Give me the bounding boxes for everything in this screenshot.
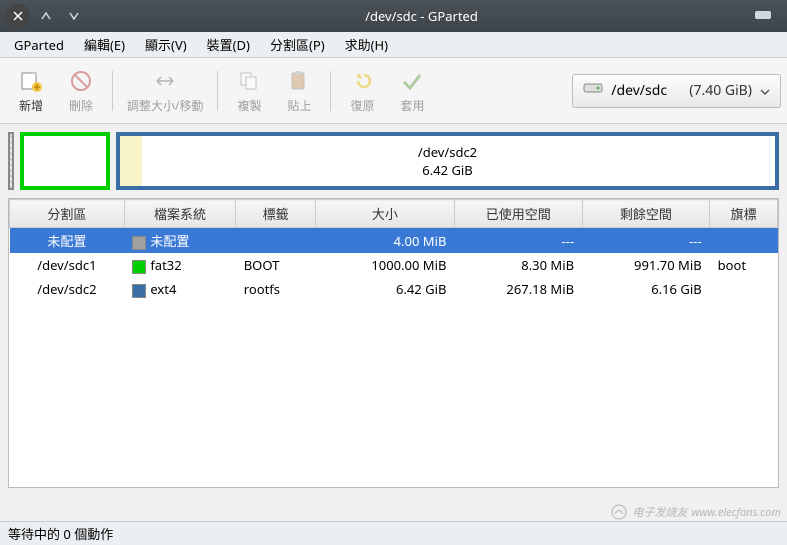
table-row[interactable]: 未配置未配置4.00 MiB------ [10, 228, 778, 254]
window-title: /dev/sdc - GParted [88, 7, 755, 25]
menubar: GParted 編輯(E) 顯示(V) 裝置(D) 分割區(P) 求助(H) [0, 32, 787, 58]
visual-main-size: 6.42 GiB [418, 161, 477, 179]
toolbar-separator [217, 71, 218, 111]
apply-icon [400, 67, 424, 95]
fs-swatch-icon [132, 260, 146, 274]
undo-button: 復原 [337, 62, 387, 120]
cell-used: 267.18 MiB [454, 277, 582, 301]
copy-icon [237, 67, 261, 95]
apply-label: 套用 [400, 97, 424, 114]
toolbar-separator [112, 71, 113, 111]
status-text: 等待中的 0 個動作 [8, 524, 113, 543]
apply-button: 套用 [387, 62, 437, 120]
cell-label: BOOT [236, 253, 316, 277]
paste-button: 貼上 [274, 62, 324, 120]
resize-button: 調整大小/移動 [119, 62, 211, 120]
fs-swatch-icon [132, 284, 146, 298]
partition-table: 分割區 檔案系統 標籤 大小 已使用空間 剩餘空間 旗標 未配置未配置 4.00 … [8, 198, 779, 488]
cell-partition: /dev/sdc2 [10, 277, 125, 301]
cell-flags [710, 228, 778, 254]
new-button[interactable]: 新增 [6, 62, 56, 120]
menu-help[interactable]: 求助(H) [335, 32, 398, 57]
partition-visual: /dev/sdc2 6.42 GiB [8, 132, 779, 190]
cell-flags [710, 277, 778, 301]
delete-label: 刪除 [69, 97, 93, 114]
cell-size: 4.00 MiB [315, 228, 454, 254]
watermark-brand: 电子发烧友 [632, 504, 687, 520]
watermark: 电子发烧友 www.elecfans.com [610, 503, 781, 521]
col-size[interactable]: 大小 [315, 200, 454, 228]
cell-unused: 991.70 MiB [582, 253, 710, 277]
visual-main-name: /dev/sdc2 [418, 143, 477, 161]
table-row[interactable]: /dev/sdc2ext4rootfs6.42 GiB267.18 MiB6.1… [10, 277, 778, 301]
cell-filesystem: ext4 [124, 277, 235, 301]
new-label: 新增 [19, 97, 43, 114]
cell-filesystem: 未配置 [124, 228, 235, 254]
copy-button: 複製 [224, 62, 274, 120]
col-partition[interactable]: 分割區 [10, 200, 125, 228]
device-name: /dev/sdc [611, 81, 681, 100]
close-button[interactable] [6, 4, 30, 28]
table-row[interactable]: /dev/sdc1fat32BOOT1000.00 MiB8.30 MiB991… [10, 253, 778, 277]
menu-device[interactable]: 裝置(D) [197, 32, 260, 57]
cell-size: 6.42 GiB [315, 277, 454, 301]
watermark-url: www.elecfans.com [691, 505, 781, 520]
window-menu-icon[interactable] [755, 7, 779, 25]
cell-size: 1000.00 MiB [315, 253, 454, 277]
undo-label: 復原 [350, 97, 374, 114]
col-label[interactable]: 標籤 [236, 200, 316, 228]
cell-partition: 未配置 [10, 228, 125, 254]
paste-label: 貼上 [287, 97, 311, 114]
device-selector[interactable]: /dev/sdc (7.40 GiB) [572, 74, 781, 108]
minimize-down-button[interactable] [62, 4, 86, 28]
cell-label: rootfs [236, 277, 316, 301]
visual-sdc2-used [120, 136, 142, 186]
maximize-up-button[interactable] [34, 4, 58, 28]
statusbar: 等待中的 0 個動作 [0, 521, 787, 545]
cell-used: 8.30 MiB [454, 253, 582, 277]
disk-icon [583, 81, 603, 100]
toolbar-separator [330, 71, 331, 111]
new-icon [19, 67, 43, 95]
chevron-down-icon [760, 81, 770, 100]
copy-label: 複製 [237, 97, 261, 114]
resize-label: 調整大小/移動 [127, 97, 203, 114]
delete-icon [69, 67, 93, 95]
cell-unused: 6.16 GiB [582, 277, 710, 301]
device-size: (7.40 GiB) [689, 81, 752, 100]
undo-icon [350, 67, 374, 95]
visual-sdc1[interactable] [20, 132, 110, 190]
col-used[interactable]: 已使用空間 [454, 200, 582, 228]
visual-unallocated[interactable] [8, 132, 14, 190]
visual-sdc2[interactable]: /dev/sdc2 6.42 GiB [116, 132, 779, 190]
menu-edit[interactable]: 編輯(E) [74, 32, 135, 57]
menu-view[interactable]: 顯示(V) [135, 32, 197, 57]
menu-partition[interactable]: 分割區(P) [260, 32, 335, 57]
menu-gparted[interactable]: GParted [4, 33, 74, 57]
fs-swatch-icon [132, 236, 146, 250]
delete-button: 刪除 [56, 62, 106, 120]
col-flags[interactable]: 旗標 [710, 200, 778, 228]
titlebar: /dev/sdc - GParted [0, 0, 787, 32]
cell-partition: /dev/sdc1 [10, 253, 125, 277]
cell-unused: --- [582, 228, 710, 254]
toolbar: 新增 刪除 調整大小/移動 複製 貼上 復原 套用 [0, 58, 787, 124]
resize-icon [153, 67, 177, 95]
cell-label [236, 228, 316, 254]
paste-icon [287, 67, 311, 95]
cell-used: --- [454, 228, 582, 254]
cell-filesystem: fat32 [124, 253, 235, 277]
cell-flags: boot [710, 253, 778, 277]
col-unused[interactable]: 剩餘空間 [582, 200, 710, 228]
col-filesystem[interactable]: 檔案系統 [124, 200, 235, 228]
